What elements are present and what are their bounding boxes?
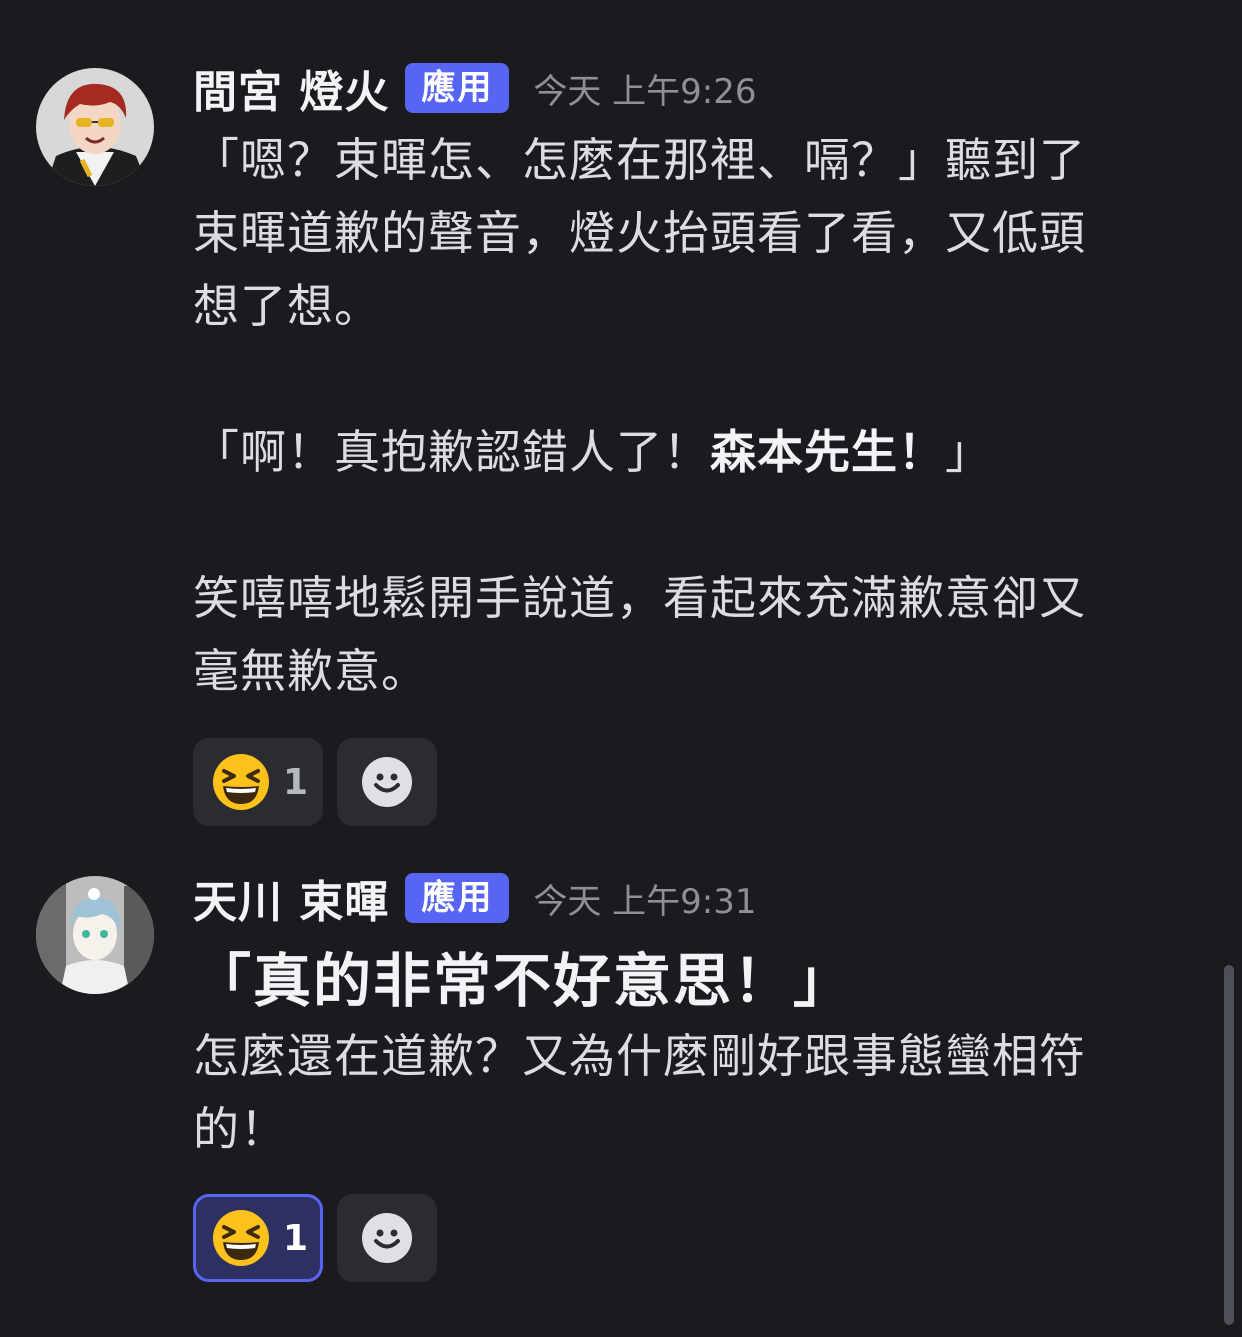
username[interactable]: 天川 束暉 (193, 866, 389, 930)
message-heading: 「真的非常不好意思！」 (193, 947, 854, 1015)
message-line: 想了想。 (193, 279, 381, 333)
timestamp: 今天 上午9:26 (533, 71, 757, 112)
avatar-mamiya-tomoshibi[interactable] (36, 68, 154, 186)
reaction-count: 1 (283, 761, 309, 803)
add-reaction-button[interactable] (337, 738, 437, 826)
add-reaction-button[interactable] (337, 1194, 437, 1282)
avatar-amakawa-tsukasa[interactable] (36, 876, 154, 994)
message-line: 的！ (193, 1102, 287, 1156)
app-badge: 應用 (405, 63, 510, 113)
message-header: 天川 束暉 應用 今天 上午9:31 (193, 868, 1173, 928)
message-content: 間宮 燈火 應用 今天 上午9:26 「嗯？束暉怎、怎麼在那裡、嗝？」聽到了 束… (193, 58, 1173, 826)
message-header: 間宮 燈火 應用 今天 上午9:26 (193, 58, 1173, 118)
username[interactable]: 間宮 燈火 (193, 56, 389, 120)
avatar-image (36, 68, 154, 186)
reaction-count: 1 (283, 1217, 309, 1259)
avatar-image (36, 876, 154, 994)
reactions-bar: 1 (193, 1194, 1173, 1282)
message-line: 毫無歉意。 (193, 644, 428, 698)
message-content: 天川 束暉 應用 今天 上午9:31 「真的非常不好意思！」 怎麼還在道歉？又為… (193, 868, 1173, 1282)
message-line: 怎麼還在道歉？又為什麼剛好跟事態蠻相符 (193, 1029, 1086, 1083)
reaction-laughing[interactable]: 1 (193, 1194, 323, 1282)
quote-text: 「啊！真抱歉認錯人了！ (193, 425, 710, 479)
message-line: 「嗯？束暉怎、怎麼在那裡、嗝？」聽到了 (193, 133, 1086, 187)
message-line: 束暉道歉的聲音，燈火抬頭看了看，又低頭 (193, 206, 1086, 260)
timestamp: 今天 上午9:31 (533, 881, 757, 922)
add-reaction-smiley-icon (362, 1213, 412, 1263)
scrollbar[interactable] (1224, 965, 1234, 1325)
laughing-face-icon (213, 754, 269, 810)
add-reaction-smiley-icon (362, 757, 412, 807)
laughing-face-icon (213, 1210, 269, 1266)
message-quote: 「啊！真抱歉認錯人了！森本先生！」 (193, 416, 1173, 489)
reactions-bar: 1 (193, 738, 1173, 826)
reaction-laughing[interactable]: 1 (193, 738, 323, 826)
app-badge: 應用 (405, 873, 510, 923)
quote-bold-text: 森本先生！ (710, 425, 945, 479)
quote-close: 」 (945, 425, 992, 479)
message-line: 笑嘻嘻地鬆開手說道，看起來充滿歉意卻又 (193, 571, 1086, 625)
